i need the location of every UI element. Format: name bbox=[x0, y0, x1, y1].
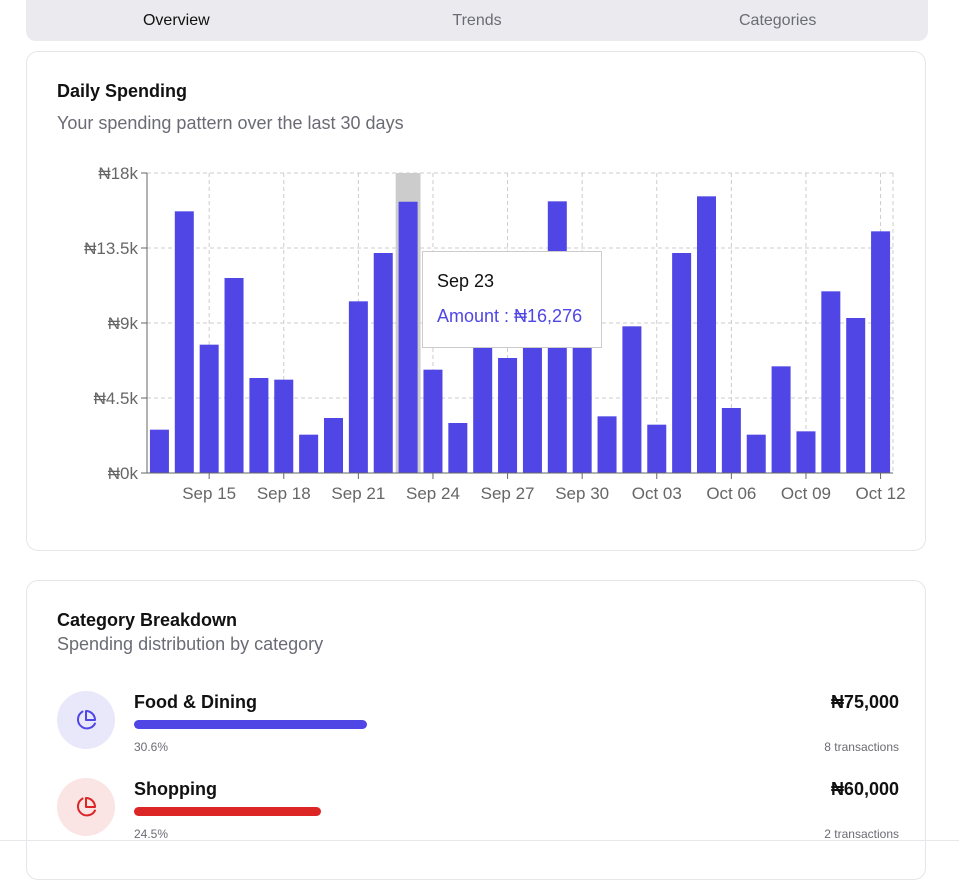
x-tick-label: Sep 27 bbox=[481, 484, 535, 503]
bar-oct-11 bbox=[846, 318, 866, 473]
bar-sep-14 bbox=[174, 211, 194, 474]
bar-sep-23 bbox=[398, 201, 418, 473]
view-tabs: Overview Trends Categories bbox=[26, 0, 928, 41]
bar-oct-08 bbox=[771, 366, 791, 473]
bar-sep-16 bbox=[224, 278, 244, 473]
tooltip-amount: Amount : ₦16,276 bbox=[437, 306, 583, 326]
tab-trends[interactable]: Trends bbox=[327, 0, 628, 41]
bar-oct-07 bbox=[746, 434, 766, 473]
category-name: Shopping bbox=[134, 779, 217, 799]
chart-tooltip: Sep 23 Amount : ₦16,276 bbox=[422, 251, 602, 348]
y-tick-label: ₦4.5k bbox=[94, 389, 139, 408]
category-item-food[interactable]: Food & Dining 30.6% ₦75,000 8 transactio… bbox=[57, 691, 899, 771]
category-item-shopping[interactable]: Shopping 24.5% ₦60,000 2 transactions bbox=[57, 778, 899, 858]
pie-chart-icon bbox=[76, 710, 96, 730]
x-tick-label: Oct 03 bbox=[632, 484, 682, 503]
category-progress-bar bbox=[134, 720, 368, 729]
bar-sep-17 bbox=[249, 378, 269, 473]
y-tick-label: ₦0k bbox=[108, 464, 139, 483]
x-tick-label: Sep 21 bbox=[331, 484, 385, 503]
category-breakdown-title: Category Breakdown bbox=[57, 610, 238, 630]
category-percent: 30.6% bbox=[134, 740, 169, 754]
category-breakdown-card: Category Breakdown Spending distribution… bbox=[26, 580, 926, 880]
bar-oct-05 bbox=[697, 196, 716, 474]
category-breakdown-subtitle: Spending distribution by category bbox=[57, 634, 324, 654]
x-tick-label: Sep 30 bbox=[555, 484, 609, 503]
y-tick-label: ₦13.5k bbox=[84, 239, 138, 258]
y-tick-label: ₦18k bbox=[98, 164, 138, 183]
x-tick-label: Oct 12 bbox=[856, 484, 906, 503]
bar-sep-27 bbox=[498, 358, 518, 473]
x-tick-label: Oct 09 bbox=[781, 484, 831, 503]
category-transactions: 8 transactions bbox=[824, 740, 899, 754]
bar-sep-19 bbox=[299, 434, 319, 473]
x-tick-label: Sep 15 bbox=[182, 484, 236, 503]
bar-sep-28 bbox=[522, 346, 542, 473]
x-tick-label: Oct 06 bbox=[706, 484, 756, 503]
category-amount: ₦75,000 bbox=[830, 692, 899, 712]
bar-sep-24 bbox=[423, 369, 443, 473]
bar-sep-30 bbox=[572, 346, 592, 473]
tooltip-date: Sep 23 bbox=[437, 271, 495, 291]
bar-oct-04 bbox=[672, 253, 692, 473]
pie-chart-icon-bg bbox=[57, 778, 115, 836]
bar-oct-12 bbox=[871, 231, 891, 473]
bottom-divider bbox=[0, 840, 959, 841]
category-percent: 24.5% bbox=[134, 827, 169, 841]
daily-spending-card: Daily Spending Your spending pattern ove… bbox=[26, 51, 926, 551]
bar-sep-22 bbox=[373, 253, 393, 473]
bar-sep-15 bbox=[199, 344, 219, 473]
x-tick-label: Sep 18 bbox=[257, 484, 311, 503]
bar-sep-13 bbox=[149, 429, 169, 473]
bar-sep-21 bbox=[348, 301, 368, 473]
bar-sep-25 bbox=[448, 423, 468, 473]
bar-oct-03 bbox=[647, 424, 667, 473]
pie-chart-icon bbox=[76, 797, 96, 817]
bar-sep-18 bbox=[274, 379, 294, 473]
bar-oct-06 bbox=[721, 408, 741, 473]
bar-oct-02 bbox=[622, 326, 642, 473]
pie-chart-icon-bg bbox=[57, 691, 115, 749]
x-tick-label: Sep 24 bbox=[406, 484, 460, 503]
category-progress-bar bbox=[134, 807, 321, 816]
y-tick-label: ₦9k bbox=[108, 314, 139, 333]
category-amount: ₦60,000 bbox=[830, 779, 899, 799]
bar-oct-10 bbox=[821, 291, 841, 473]
bar-sep-20 bbox=[324, 418, 343, 473]
category-transactions: 2 transactions bbox=[824, 827, 899, 841]
bar-oct-09 bbox=[796, 431, 816, 473]
tab-categories[interactable]: Categories bbox=[627, 0, 928, 41]
bar-oct-01 bbox=[597, 416, 617, 473]
tab-overview[interactable]: Overview bbox=[26, 0, 327, 41]
category-name: Food & Dining bbox=[134, 692, 257, 712]
bar-sep-26 bbox=[473, 346, 493, 473]
